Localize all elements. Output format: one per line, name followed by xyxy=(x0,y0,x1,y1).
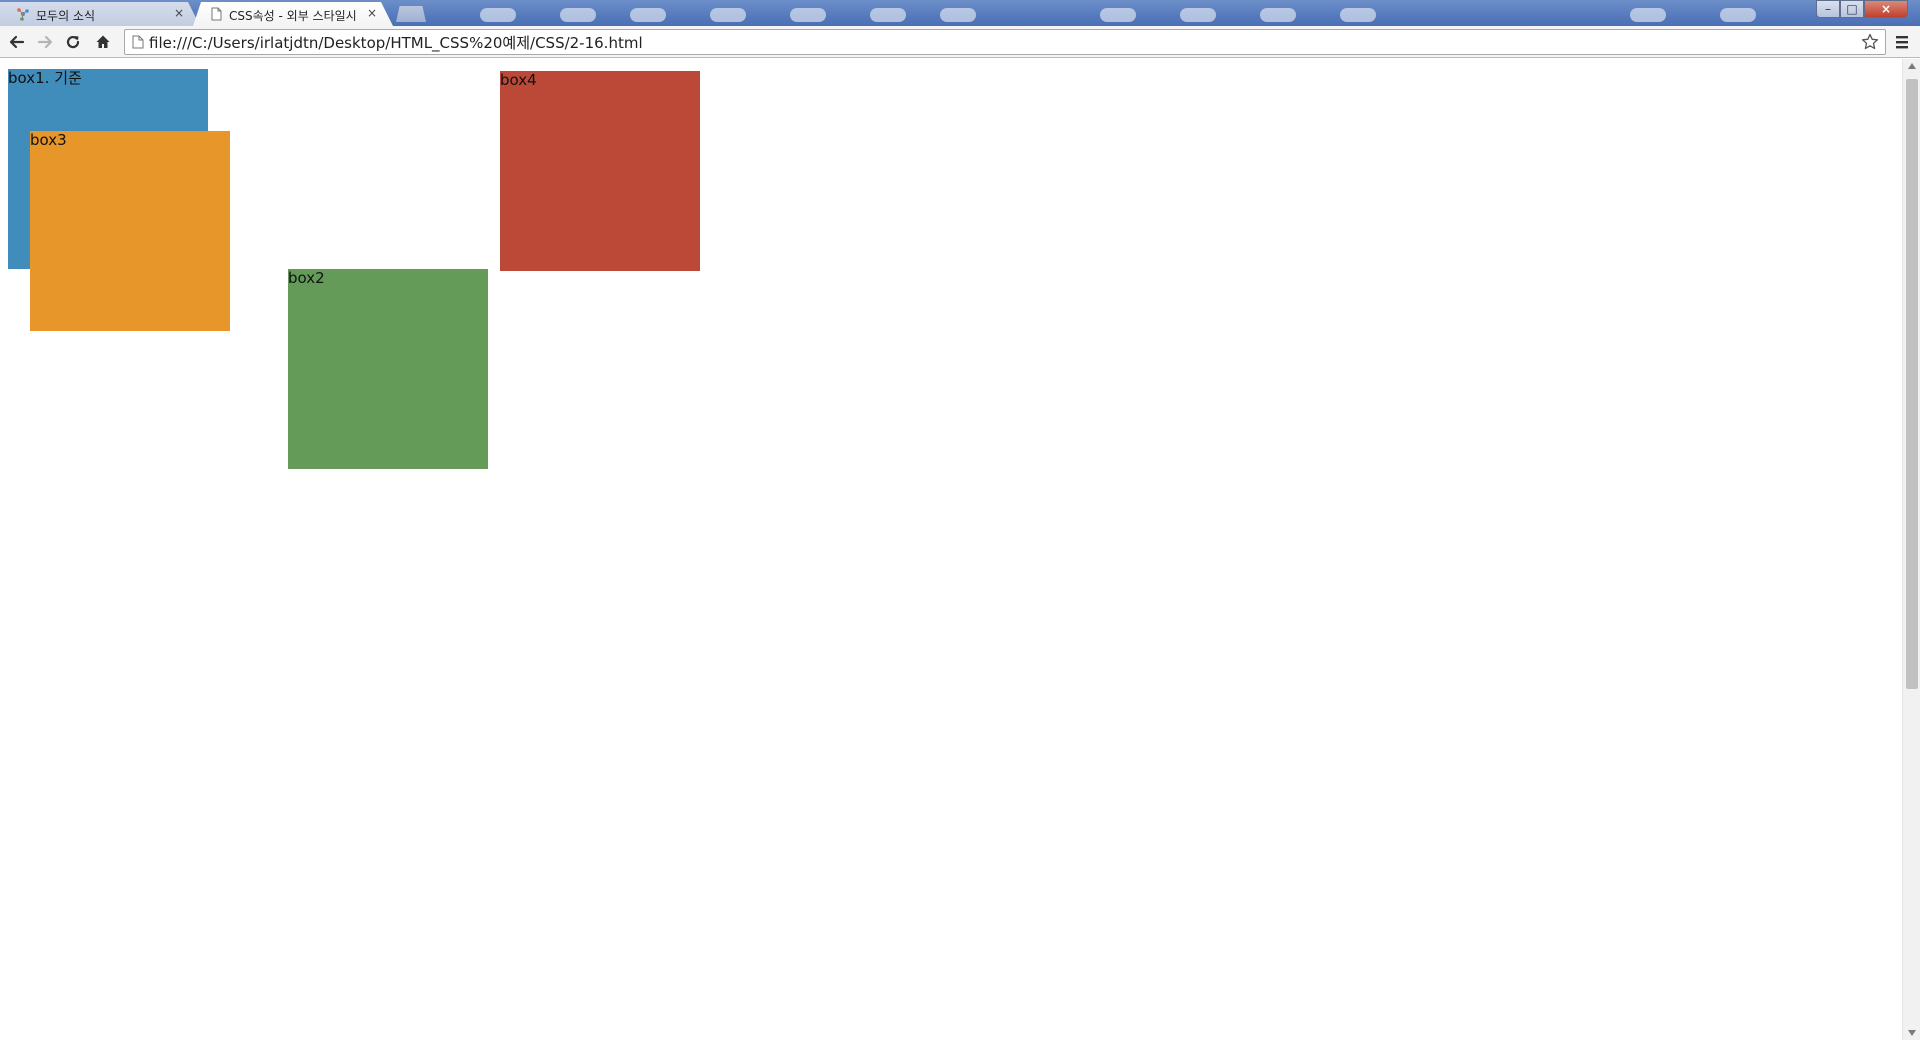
background-decoration xyxy=(560,8,596,22)
page-icon xyxy=(131,34,145,50)
close-icon[interactable]: × xyxy=(367,6,377,20)
scroll-down-arrow-icon[interactable] xyxy=(1908,1030,1916,1036)
back-button[interactable] xyxy=(6,32,28,52)
background-decoration xyxy=(480,8,516,22)
scrollbar-thumb[interactable] xyxy=(1906,79,1918,689)
box4: box4 xyxy=(500,71,700,271)
page-icon xyxy=(211,7,222,21)
background-decoration xyxy=(1340,8,1376,22)
box4-label: box4 xyxy=(500,71,537,89)
arrow-right-icon xyxy=(37,35,53,49)
background-decoration xyxy=(1720,8,1756,22)
menu-icon[interactable] xyxy=(1894,33,1910,55)
background-decoration xyxy=(1180,8,1216,22)
tab-title: 모두의 소식 xyxy=(36,9,96,23)
new-tab-button[interactable] xyxy=(396,6,426,22)
maximize-button[interactable]: □ xyxy=(1840,0,1864,18)
tab-css-properties[interactable]: CSS속성 - 외부 스타일시 × xyxy=(193,2,393,26)
background-decoration xyxy=(1100,8,1136,22)
reload-button[interactable] xyxy=(62,32,84,52)
reload-icon xyxy=(66,35,80,49)
page-viewport: box1. 기준 box3 box2 box4 xyxy=(0,59,1902,1040)
background-decoration xyxy=(870,8,906,22)
browser-toolbar: file:///C:/Users/irlatjdtn/Desktop/HTML_… xyxy=(0,26,1920,58)
minimize-button[interactable]: – xyxy=(1816,0,1840,18)
arrow-left-icon xyxy=(9,35,25,49)
background-decoration xyxy=(710,8,746,22)
box1-label: box1. 기준 xyxy=(8,69,82,87)
close-window-button[interactable]: × xyxy=(1864,0,1908,18)
close-icon[interactable]: × xyxy=(174,6,184,20)
address-bar[interactable]: file:///C:/Users/irlatjdtn/Desktop/HTML_… xyxy=(124,29,1886,55)
background-decoration xyxy=(1260,8,1296,22)
background-decoration xyxy=(630,8,666,22)
title-bar: 모두의 소식 × CSS속성 - 외부 스타일시 × – □ × xyxy=(0,0,1920,26)
tab-title: CSS속성 - 외부 스타일시 xyxy=(229,9,357,23)
url-text[interactable]: file:///C:/Users/irlatjdtn/Desktop/HTML_… xyxy=(149,32,643,53)
share-network-icon xyxy=(17,8,29,21)
home-icon xyxy=(96,35,110,48)
box2: box2 xyxy=(288,269,488,469)
home-button[interactable] xyxy=(92,32,114,52)
forward-button[interactable] xyxy=(34,32,56,52)
tab-news[interactable]: 모두의 소식 × xyxy=(0,2,200,26)
box3-label: box3 xyxy=(30,131,67,149)
background-decoration xyxy=(1630,8,1666,22)
vertical-scrollbar[interactable] xyxy=(1902,59,1920,1040)
box2-label: box2 xyxy=(288,269,325,287)
box3: box3 xyxy=(30,131,230,331)
background-decoration xyxy=(790,8,826,22)
bookmark-star-icon[interactable] xyxy=(1861,33,1879,55)
scroll-up-arrow-icon[interactable] xyxy=(1908,63,1916,69)
background-decoration xyxy=(940,8,976,22)
